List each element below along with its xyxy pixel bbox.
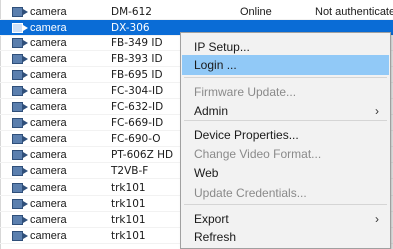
menu-item-label: IP Setup... <box>194 40 250 54</box>
camera-icon <box>12 23 29 33</box>
menu-item-admin[interactable]: Admin › <box>182 101 389 121</box>
device-model: FC-304-ID <box>111 85 164 97</box>
menu-separator <box>184 77 387 78</box>
device-type: camera <box>30 101 67 113</box>
menu-separator <box>184 204 387 205</box>
camera-icon <box>12 86 29 96</box>
camera-icon <box>12 150 29 160</box>
menu-item-refresh[interactable]: Refresh <box>182 227 389 247</box>
device-type: camera <box>30 214 67 226</box>
device-type: camera <box>30 182 67 194</box>
device-model: FC-632-ID <box>111 101 164 113</box>
device-status: Online <box>240 6 272 18</box>
chevron-right-icon: › <box>375 212 379 226</box>
device-type: camera <box>30 6 67 18</box>
device-model: DM-612 <box>111 6 152 18</box>
menu-item-web[interactable]: Web <box>182 163 389 183</box>
camera-icon <box>12 215 29 225</box>
device-type: camera <box>30 69 67 81</box>
menu-item-label: Login ... <box>194 58 237 72</box>
device-model: FB-695 ID <box>111 69 163 81</box>
camera-icon <box>12 231 29 241</box>
camera-icon <box>12 134 29 144</box>
device-type: camera <box>30 149 67 161</box>
device-type: camera <box>30 230 67 242</box>
device-type: camera <box>30 133 67 145</box>
device-model: FC-669-ID <box>111 117 164 129</box>
camera-icon <box>12 102 29 112</box>
device-model: T2VB-F <box>111 165 149 177</box>
device-model: FC-690-O <box>111 133 161 145</box>
device-type: camera <box>30 85 67 97</box>
menu-item-firmware-update[interactable]: Firmware Update... <box>182 82 389 102</box>
camera-icon <box>12 70 29 80</box>
camera-icon <box>12 54 29 64</box>
menu-item-label: Firmware Update... <box>194 85 297 99</box>
device-model: trk101 <box>111 230 146 242</box>
menu-item-export[interactable]: Export › <box>182 209 389 229</box>
menu-item-device-properties[interactable]: Device Properties... <box>182 125 389 145</box>
device-model: FB-393 ID <box>111 53 163 65</box>
device-type: camera <box>30 198 67 210</box>
device-model: DX-306 <box>111 22 150 34</box>
device-type: camera <box>30 37 67 49</box>
menu-item-label: Refresh <box>194 230 237 244</box>
chevron-right-icon: › <box>375 104 379 118</box>
device-type: camera <box>30 22 67 34</box>
menu-item-login[interactable]: Login ... <box>182 55 389 75</box>
device-model: PT-606Z HD <box>111 149 174 161</box>
menu-item-label: Device Properties... <box>194 128 299 142</box>
menu-item-label: Web <box>194 166 219 180</box>
device-model: trk101 <box>111 198 146 210</box>
context-menu: IP Setup... Login ... Firmware Update... Ad… <box>180 32 391 249</box>
menu-item-update-credentials[interactable]: Update Credentials... <box>182 183 389 203</box>
device-type: camera <box>30 165 67 177</box>
menu-item-label: Admin <box>194 104 229 118</box>
device-type: camera <box>30 53 67 65</box>
device-type: camera <box>30 117 67 129</box>
menu-item-label: Update Credentials... <box>194 186 307 200</box>
menu-item-change-video-format[interactable]: Change Video Format... <box>182 144 389 164</box>
menu-item-label: Change Video Format... <box>194 147 322 161</box>
menu-item-ip-setup[interactable]: IP Setup... <box>182 37 389 57</box>
device-model: FB-349 ID <box>111 37 163 49</box>
camera-icon <box>12 118 29 128</box>
device-model: trk101 <box>111 214 146 226</box>
camera-icon <box>12 166 29 176</box>
camera-icon <box>12 38 29 48</box>
camera-icon <box>12 199 29 209</box>
device-row[interactable]: camera DM-612 Online Not authenticated <box>0 4 393 20</box>
camera-icon <box>12 7 29 17</box>
device-model: trk101 <box>111 182 146 194</box>
camera-icon <box>12 183 29 193</box>
device-auth: Not authenticated <box>315 6 393 18</box>
menu-item-label: Export <box>194 212 229 226</box>
